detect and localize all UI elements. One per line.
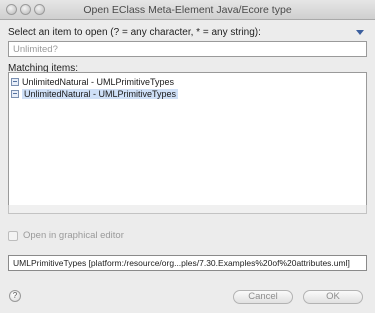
- list-item-label: UnlimitedNatural - UMLPrimitiveTypes: [22, 76, 175, 87]
- chevron-down-icon[interactable]: [356, 30, 364, 35]
- type-icon: [11, 77, 19, 86]
- dialog-window: Open EClass Meta-Element Java/Ecore type…: [0, 0, 375, 313]
- selected-item-details: UMLPrimitiveTypes [platform:/resource/or…: [8, 255, 367, 271]
- open-graphical-editor-checkbox[interactable]: [8, 230, 18, 241]
- list-item-label: UnlimitedNatural - UMLPrimitiveTypes: [22, 88, 179, 99]
- horizontal-scrollbar[interactable]: [8, 205, 367, 214]
- search-prompt-label: Select an item to open (? = any characte…: [8, 27, 261, 38]
- type-icon: [11, 89, 19, 98]
- help-icon[interactable]: ?: [9, 290, 21, 302]
- open-graphical-editor-option: Open in graphical editor: [8, 230, 124, 241]
- search-input[interactable]: [8, 41, 367, 57]
- ok-button[interactable]: OK: [303, 290, 363, 304]
- window-title: Open EClass Meta-Element Java/Ecore type: [83, 4, 292, 16]
- matching-items-list[interactable]: UnlimitedNatural - UMLPrimitiveTypes Unl…: [8, 72, 367, 206]
- list-item[interactable]: UnlimitedNatural - UMLPrimitiveTypes: [11, 76, 364, 87]
- open-graphical-editor-label: Open in graphical editor: [23, 230, 124, 241]
- list-item-selected[interactable]: UnlimitedNatural - UMLPrimitiveTypes: [11, 88, 364, 99]
- cancel-button[interactable]: Cancel: [233, 290, 293, 304]
- title-bar: Open EClass Meta-Element Java/Ecore type: [0, 0, 375, 20]
